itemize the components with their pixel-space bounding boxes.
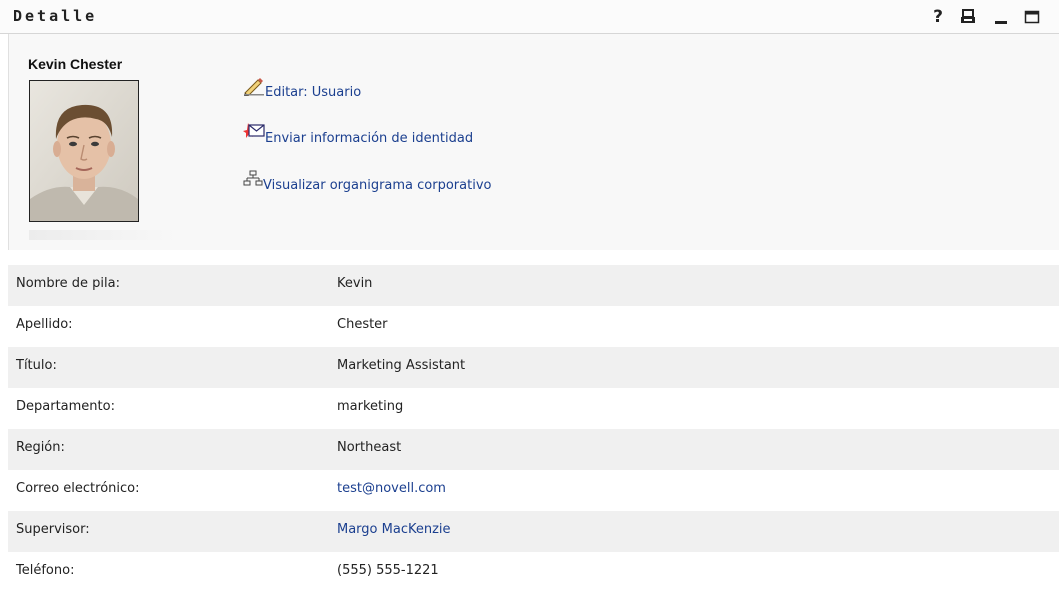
org-chart-link[interactable]: Visualizar organigrama corporativo	[243, 169, 491, 193]
edit-user-label[interactable]: Editar: Usuario	[265, 85, 361, 100]
minimize-icon[interactable]	[991, 7, 1011, 27]
field-label: Apellido:	[16, 317, 73, 332]
field-value: Kevin	[337, 276, 373, 291]
photo-caption-bar	[29, 230, 179, 240]
send-identity-label[interactable]: Enviar información de identidad	[265, 131, 473, 146]
field-value: Marketing Assistant	[337, 358, 466, 373]
user-photo	[29, 80, 139, 222]
user-name: Kevin Chester	[28, 56, 123, 72]
field-value: Chester	[337, 317, 388, 332]
portlet-titlebar: Detalle ?	[0, 0, 1059, 34]
field-label: Departamento:	[16, 399, 115, 414]
table-row: Título: Marketing Assistant	[8, 347, 1059, 388]
field-value: Northeast	[337, 440, 402, 455]
portlet-title: Detalle	[13, 7, 98, 25]
send-identity-link[interactable]: Enviar información de identidad	[243, 122, 473, 146]
field-label: Supervisor:	[16, 522, 90, 537]
field-label: Nombre de pila:	[16, 276, 120, 291]
detail-table: Nombre de pila: Kevin Apellido: Chester …	[8, 265, 1059, 593]
pencil-icon	[243, 76, 265, 100]
field-label: Título:	[16, 358, 57, 373]
field-label: Teléfono:	[16, 563, 75, 578]
supervisor-link[interactable]: Margo MacKenzie	[337, 522, 451, 537]
section-divider	[8, 250, 1059, 265]
envelope-icon	[243, 122, 265, 146]
table-row: Supervisor: Margo MacKenzie	[8, 511, 1059, 552]
table-row: Nombre de pila: Kevin	[8, 265, 1059, 306]
table-row: Departamento: marketing	[8, 388, 1059, 429]
table-row: Teléfono: (555) 555-1221	[8, 552, 1059, 593]
user-header: Kevin Chester Editar: Usuario Enviar inf…	[8, 34, 1059, 250]
org-chart-label[interactable]: Visualizar organigrama corporativo	[263, 178, 491, 193]
email-link[interactable]: test@novell.com	[337, 481, 446, 496]
edit-user-link[interactable]: Editar: Usuario	[243, 76, 361, 100]
table-row: Apellido: Chester	[8, 306, 1059, 347]
field-value: marketing	[337, 399, 404, 414]
org-chart-icon	[243, 169, 263, 193]
maximize-icon[interactable]	[1022, 7, 1042, 27]
detail-portlet: Detalle ? Kevin Chester Editar: Usuario …	[0, 0, 1059, 588]
print-icon[interactable]	[958, 7, 978, 27]
field-label: Correo electrónico:	[16, 481, 140, 496]
field-value: (555) 555-1221	[337, 563, 439, 578]
help-label[interactable]: ?	[933, 7, 943, 27]
table-row: Región: Northeast	[8, 429, 1059, 470]
table-row: Correo electrónico: test@novell.com	[8, 470, 1059, 511]
help-icon[interactable]: ?	[928, 7, 948, 27]
field-label: Región:	[16, 440, 65, 455]
